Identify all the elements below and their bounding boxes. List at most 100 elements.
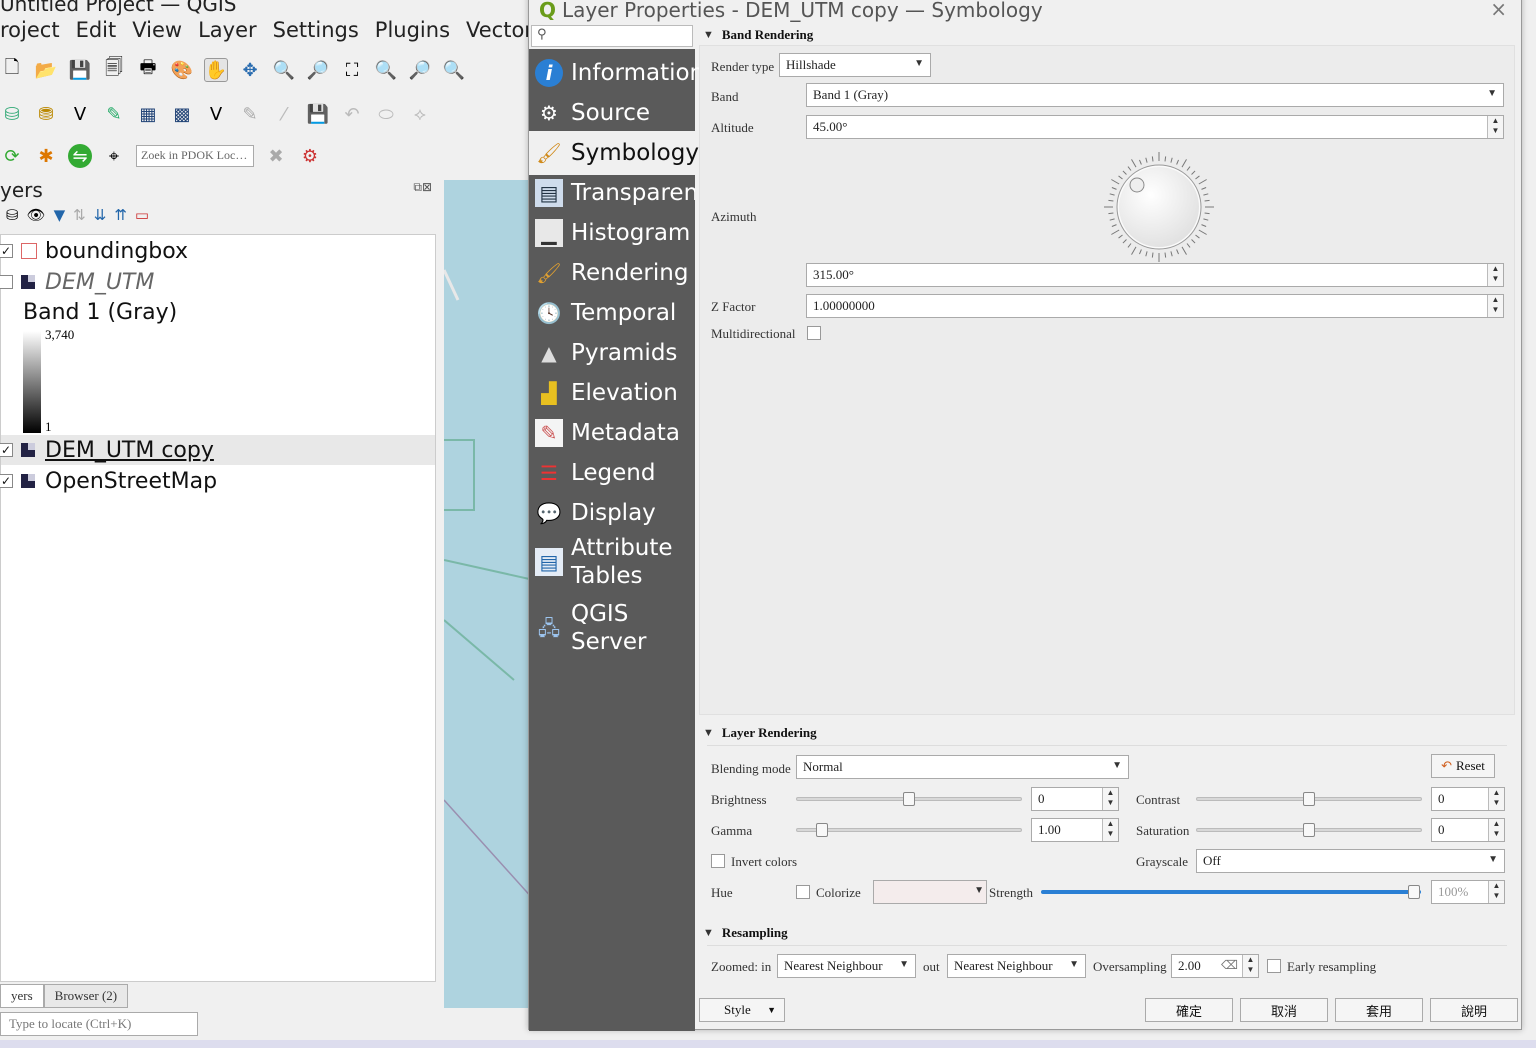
pan-to-selection-icon[interactable]: ✥: [238, 58, 262, 82]
strength-slider-handle[interactable]: [1408, 885, 1420, 899]
style-panel-icon[interactable]: ⛁: [6, 206, 19, 228]
layer-row-dem-utm[interactable]: DEM_UTM: [0, 267, 154, 297]
save-edits-icon[interactable]: 💾: [306, 102, 330, 126]
visibility-icon[interactable]: 👁: [27, 206, 46, 228]
close-button[interactable]: ×: [1490, 0, 1507, 21]
pdok-clear-icon[interactable]: ✖: [264, 144, 288, 168]
nav-item-pyramids[interactable]: ▲ Pyramids: [529, 335, 695, 371]
nav-item-transparency[interactable]: ▤ Transparency: [529, 175, 695, 211]
nav-item-source[interactable]: ⚙ Source: [529, 95, 695, 131]
layer-row-openstreetmap[interactable]: ✓ OpenStreetMap: [0, 466, 217, 496]
undo-icon[interactable]: ↶: [340, 102, 364, 126]
refresh-icon[interactable]: ⟳: [0, 144, 24, 168]
layer-checkbox[interactable]: ✓: [0, 244, 13, 258]
nav-item-information[interactable]: i Information: [529, 55, 704, 91]
zoom-native-icon[interactable]: 🔍: [442, 58, 466, 82]
multidirectional-checkbox[interactable]: [807, 326, 821, 340]
zoom-in-icon[interactable]: 🔍: [272, 58, 296, 82]
contrast-spinbox[interactable]: 0 ▲ ▼: [1431, 787, 1505, 811]
nav-item-legend[interactable]: ☰ Legend: [529, 455, 695, 491]
menu-settings[interactable]: Settings: [273, 18, 359, 46]
early-resampling-checkbox[interactable]: [1267, 959, 1281, 973]
nav-item-histogram[interactable]: ▁ Histogram: [529, 215, 695, 251]
new-vector-icon[interactable]: V: [68, 102, 92, 126]
digitize-icon[interactable]: ✎: [102, 102, 126, 126]
menu-plugins[interactable]: Plugins: [375, 18, 450, 46]
spin-arrows-icon[interactable]: ▲ ▼: [1488, 819, 1504, 841]
z-factor-spinbox[interactable]: 1.00000000 ▲ ▼: [806, 294, 1504, 318]
menu-layer[interactable]: Layer: [198, 18, 257, 46]
azimuth-dial[interactable]: [1103, 151, 1215, 263]
nav-item-elevation[interactable]: ▟ Elevation: [529, 375, 695, 411]
invert-colors-checkbox[interactable]: [711, 854, 725, 868]
grayscale-select[interactable]: Off ▼: [1196, 849, 1505, 873]
spin-arrows-icon[interactable]: ▲ ▼: [1487, 264, 1503, 286]
filter-legend-icon[interactable]: ⇅: [73, 206, 86, 228]
open-project-icon[interactable]: 📂: [34, 58, 58, 82]
layer-rendering-header[interactable]: ▼ Layer Rendering: [699, 723, 817, 743]
add-mesh-icon[interactable]: ▩: [170, 102, 194, 126]
style-manager-icon[interactable]: 🎨: [170, 58, 194, 82]
gamma-spinbox[interactable]: 1.00 ▲ ▼: [1031, 818, 1119, 842]
gamma-slider[interactable]: [796, 828, 1022, 832]
new-project-icon[interactable]: 🗋: [0, 57, 24, 82]
azimuth-spinbox[interactable]: 315.00° ▲ ▼: [806, 263, 1504, 287]
print-layout-icon[interactable]: 🖶: [136, 57, 160, 82]
saturation-spinbox[interactable]: 0 ▲ ▼: [1431, 818, 1505, 842]
apply-button[interactable]: 套用: [1335, 998, 1423, 1022]
identify-icon[interactable]: ✱: [34, 144, 58, 168]
nav-item-temporal[interactable]: 🕓 Temporal: [529, 295, 695, 331]
menu-project[interactable]: roject: [0, 18, 60, 46]
collapse-all-icon[interactable]: ⇈: [114, 206, 127, 228]
strength-slider[interactable]: [1041, 890, 1421, 894]
cancel-button[interactable]: 取消: [1240, 998, 1328, 1022]
search-input[interactable]: ⚲: [531, 25, 693, 47]
layer-row-dem-utm-copy[interactable]: ✓ DEM_UTM copy: [0, 435, 214, 465]
layer-checkbox[interactable]: [0, 275, 13, 289]
colorize-checkbox[interactable]: [796, 885, 810, 899]
spin-arrows-icon[interactable]: ▲ ▼: [1102, 788, 1118, 810]
zoom-selection-icon[interactable]: 🔍: [374, 58, 398, 82]
menu-view[interactable]: View: [132, 18, 182, 46]
add-feature-icon[interactable]: ⬭: [374, 102, 398, 126]
locator-input[interactable]: Type to locate (Ctrl+K): [0, 1012, 198, 1036]
contrast-slider-handle[interactable]: [1303, 792, 1315, 806]
map-canvas[interactable]: [444, 180, 534, 1008]
spin-arrows-icon[interactable]: ▲ ▼: [1488, 788, 1504, 810]
processing-icon[interactable]: ⚙: [298, 144, 322, 168]
save-project-icon[interactable]: 💾: [68, 58, 92, 82]
spin-arrows-icon[interactable]: ▲ ▼: [1488, 881, 1504, 903]
menu-vector[interactable]: Vector: [466, 18, 533, 46]
nav-item-symbology[interactable]: 🖌 Symbology: [529, 131, 699, 175]
add-wms-icon[interactable]: ▦: [136, 102, 160, 126]
layer-row-boundingbox[interactable]: ✓ boundingbox: [0, 236, 188, 266]
zoomed-in-select[interactable]: Nearest Neighbour ▼: [777, 954, 916, 978]
vertex-tool-icon[interactable]: ⟡: [408, 102, 432, 126]
pan-icon[interactable]: ✋: [204, 58, 228, 82]
brightness-spinbox[interactable]: 0 ▲ ▼: [1031, 787, 1119, 811]
zoomed-out-select[interactable]: Nearest Neighbour ▼: [947, 954, 1086, 978]
spin-arrows-icon[interactable]: ▲ ▼: [1487, 295, 1503, 317]
colorize-color-button[interactable]: ▼: [873, 880, 987, 904]
dock-buttons[interactable]: ⧉⊠: [413, 180, 432, 195]
help-button[interactable]: 說明: [1430, 998, 1518, 1022]
add-virtual-icon[interactable]: V: [204, 102, 228, 126]
remove-layer-icon[interactable]: ▭: [135, 206, 149, 228]
add-database-icon[interactable]: ⛃: [34, 102, 58, 126]
zoom-layer-icon[interactable]: 🔎: [408, 58, 432, 82]
gamma-slider-handle[interactable]: [816, 823, 828, 837]
render-type-select[interactable]: Hillshade ▼: [779, 53, 931, 77]
tab-layers[interactable]: yers: [0, 984, 44, 1008]
altitude-spinbox[interactable]: 45.00° ▲ ▼: [806, 115, 1504, 139]
menu-edit[interactable]: Edit: [76, 18, 117, 46]
zoom-out-icon[interactable]: 🔎: [306, 58, 330, 82]
nav-item-qgis-server[interactable]: 🖧 QGIS Server: [529, 599, 695, 657]
nav-item-attribute-tables[interactable]: ▤ Attribute Tables: [529, 533, 695, 591]
layer-checkbox[interactable]: ✓: [0, 474, 13, 488]
edit-line-icon[interactable]: ⁄: [272, 102, 296, 126]
share-icon[interactable]: ⇋: [68, 144, 92, 168]
pdok-search-input[interactable]: Zoek in PDOK Loc…: [136, 145, 254, 167]
spin-arrows-icon[interactable]: ▲ ▼: [1102, 819, 1118, 841]
ok-button[interactable]: 確定: [1145, 998, 1233, 1022]
style-menu-button[interactable]: Style ▼: [699, 998, 785, 1022]
